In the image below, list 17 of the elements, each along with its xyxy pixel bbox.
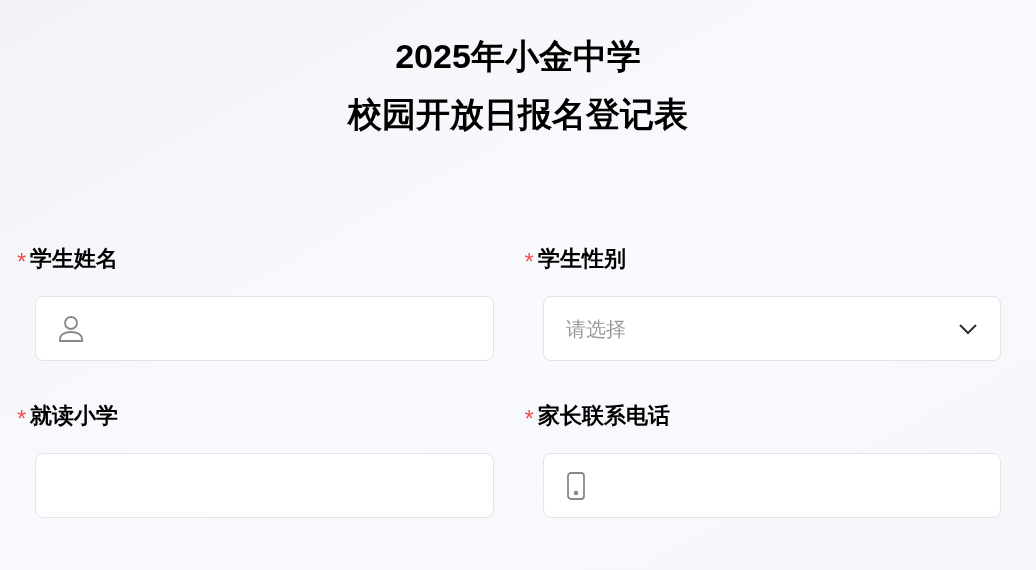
input-field[interactable] (35, 453, 494, 518)
field-label: 家长联系电话 (537, 402, 670, 430)
phone-icon (565, 471, 586, 500)
field-label: 学生性别 (537, 245, 626, 273)
required-mark: * (524, 247, 534, 274)
chevron-down-icon (958, 322, 978, 335)
field-label: 学生姓名 (30, 245, 119, 273)
form-title: 校园开放日报名登记表 (348, 94, 688, 135)
input-field[interactable] (35, 296, 494, 361)
required-mark: * (17, 247, 27, 274)
field-label: 就读小学 (30, 402, 119, 430)
required-mark: * (524, 404, 534, 431)
form-title: 2025年小金中学 (395, 36, 641, 77)
person-icon (58, 314, 84, 343)
required-mark: * (17, 404, 27, 431)
select-field[interactable]: 请选择 (542, 296, 1001, 361)
input-field[interactable] (542, 453, 1001, 518)
